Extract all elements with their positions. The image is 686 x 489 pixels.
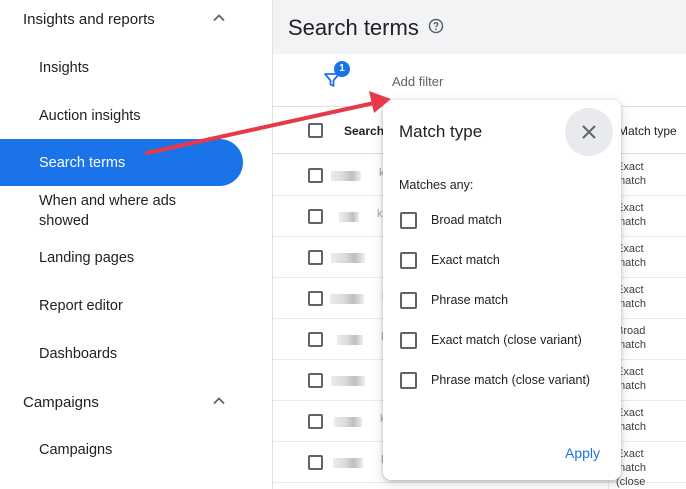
match-type-text: match <box>616 421 646 433</box>
match-type-cell: Exactmatch(closevariant) <box>616 447 686 489</box>
close-button[interactable] <box>565 108 613 156</box>
match-type-text: match <box>616 257 646 269</box>
sidebar-item-report-editor[interactable]: Report editor <box>0 286 272 326</box>
sidebar-item-landing-pages[interactable]: Landing pages <box>0 238 272 278</box>
sidebar-item-auction-insights[interactable]: Auction insights <box>0 96 272 136</box>
match-type-text: Broad <box>616 325 646 337</box>
sidebar-item-dashboards[interactable]: Dashboards <box>0 334 272 374</box>
redacted-search-term <box>333 458 363 468</box>
option-checkbox[interactable] <box>400 212 417 229</box>
chevron-up-icon <box>213 397 225 405</box>
option-broad-match[interactable]: Broad match <box>400 208 620 232</box>
sidebar-section-campaigns[interactable]: Campaigns <box>0 382 272 422</box>
option-phrase-match[interactable]: Phrase match <box>400 288 620 312</box>
sidebar-item-when-and-where-ads-showed[interactable]: When and where ads showed <box>0 190 272 232</box>
option-checkbox[interactable] <box>400 372 417 389</box>
page-title: Search terms <box>288 15 419 40</box>
option-checkbox[interactable] <box>400 292 417 309</box>
option-phrase-match-close-variant[interactable]: Phrase match (close variant) <box>400 368 620 392</box>
match-type-text: Exact <box>616 366 644 378</box>
row-checkbox[interactable] <box>308 455 323 470</box>
sidebar-item-label: When and where ads showed <box>39 193 177 229</box>
match-type-text: (close <box>616 476 646 488</box>
option-label: Exact match <box>431 253 500 267</box>
apply-button[interactable]: Apply <box>565 445 600 461</box>
match-type-text: Exact <box>616 161 644 173</box>
match-type-text: match <box>616 175 646 187</box>
match-type-text: Exact <box>616 243 644 255</box>
option-label: Exact match (close variant) <box>431 333 582 347</box>
sidebar-item-label: Search terms <box>39 154 126 171</box>
match-type-cell: Exact match <box>616 283 686 311</box>
sidebar-section-label: Campaigns <box>23 393 99 411</box>
sidebar-item-label: Campaigns <box>39 442 113 458</box>
chevron-up-icon <box>213 14 225 22</box>
sidebar-item-insights[interactable]: Insights <box>0 48 272 88</box>
sidebar-section-insights-and-reports[interactable]: Insights and reports <box>0 0 272 39</box>
match-type-cell: Exact match <box>616 160 686 188</box>
row-checkbox[interactable] <box>308 209 323 224</box>
row-checkbox[interactable] <box>308 168 323 183</box>
row-checkbox[interactable] <box>308 291 323 306</box>
sidebar-item-label: Insights <box>39 60 89 76</box>
match-type-text: match <box>616 298 646 310</box>
row-checkbox[interactable] <box>308 414 323 429</box>
help-circle-icon[interactable] <box>428 18 444 34</box>
option-label: Phrase match <box>431 293 509 307</box>
sidebar-item-label: Auction insights <box>39 108 141 124</box>
match-type-text: Exact <box>616 202 644 214</box>
match-type-text: Exact <box>616 448 644 460</box>
match-type-text: match <box>616 462 646 474</box>
add-filter-button[interactable]: Add filter <box>392 74 443 89</box>
app-window: Insights and reports Insights Auction in… <box>0 0 686 489</box>
select-all-checkbox[interactable] <box>308 123 323 138</box>
match-type-text: Exact <box>616 407 644 419</box>
option-checkbox[interactable] <box>400 252 417 269</box>
column-header-match-type[interactable]: Match type <box>618 124 677 138</box>
dialog-title: Match type <box>399 122 483 141</box>
match-type-filter-dialog: Match type Matches any: Broad match Exac… <box>383 100 621 480</box>
match-type-text: match <box>616 339 646 351</box>
row-checkbox[interactable] <box>308 373 323 388</box>
option-checkbox[interactable] <box>400 332 417 349</box>
sidebar-item-label: Dashboards <box>39 346 118 362</box>
option-exact-match[interactable]: Exact match <box>400 248 620 272</box>
match-type-text: match <box>616 216 646 228</box>
match-type-text: match <box>616 380 646 392</box>
redacted-search-term <box>331 253 365 263</box>
match-type-cell: Exact match <box>616 242 686 270</box>
match-type-text: Exact <box>616 284 644 296</box>
redacted-search-term <box>334 417 362 427</box>
filter-count-badge: 1 <box>334 61 350 77</box>
option-label: Phrase match (close variant) <box>431 373 591 387</box>
sidebar-item-label: Landing pages <box>39 250 135 266</box>
match-type-cell: Exact match <box>616 201 686 229</box>
page-header: Search terms <box>273 0 686 54</box>
redacted-search-term <box>331 376 365 386</box>
close-icon <box>582 125 596 139</box>
option-label: Broad match <box>431 213 502 227</box>
redacted-search-term <box>330 294 364 304</box>
sidebar-section-label: Insights and reports <box>23 10 155 28</box>
search-term-partial-text: k <box>377 208 383 220</box>
sidebar-nav: Insights and reports Insights Auction in… <box>0 0 272 489</box>
column-header-search-term[interactable]: Search <box>344 124 384 138</box>
match-type-cell: Broad match <box>616 324 686 352</box>
row-checkbox[interactable] <box>308 332 323 347</box>
sidebar-item-label: Report editor <box>39 298 123 314</box>
redacted-search-term <box>339 212 359 222</box>
redacted-search-term <box>331 171 361 181</box>
option-exact-match-close-variant[interactable]: Exact match (close variant) <box>400 328 620 352</box>
dialog-subtitle: Matches any: <box>399 178 474 192</box>
match-type-cell: Exact match <box>616 365 686 393</box>
row-checkbox[interactable] <box>308 250 323 265</box>
match-type-cell: Exact match <box>616 406 686 434</box>
redacted-search-term <box>337 335 363 345</box>
sidebar-item-campaigns[interactable]: Campaigns <box>0 430 272 470</box>
sidebar-item-search-terms[interactable]: Search terms <box>0 139 243 186</box>
